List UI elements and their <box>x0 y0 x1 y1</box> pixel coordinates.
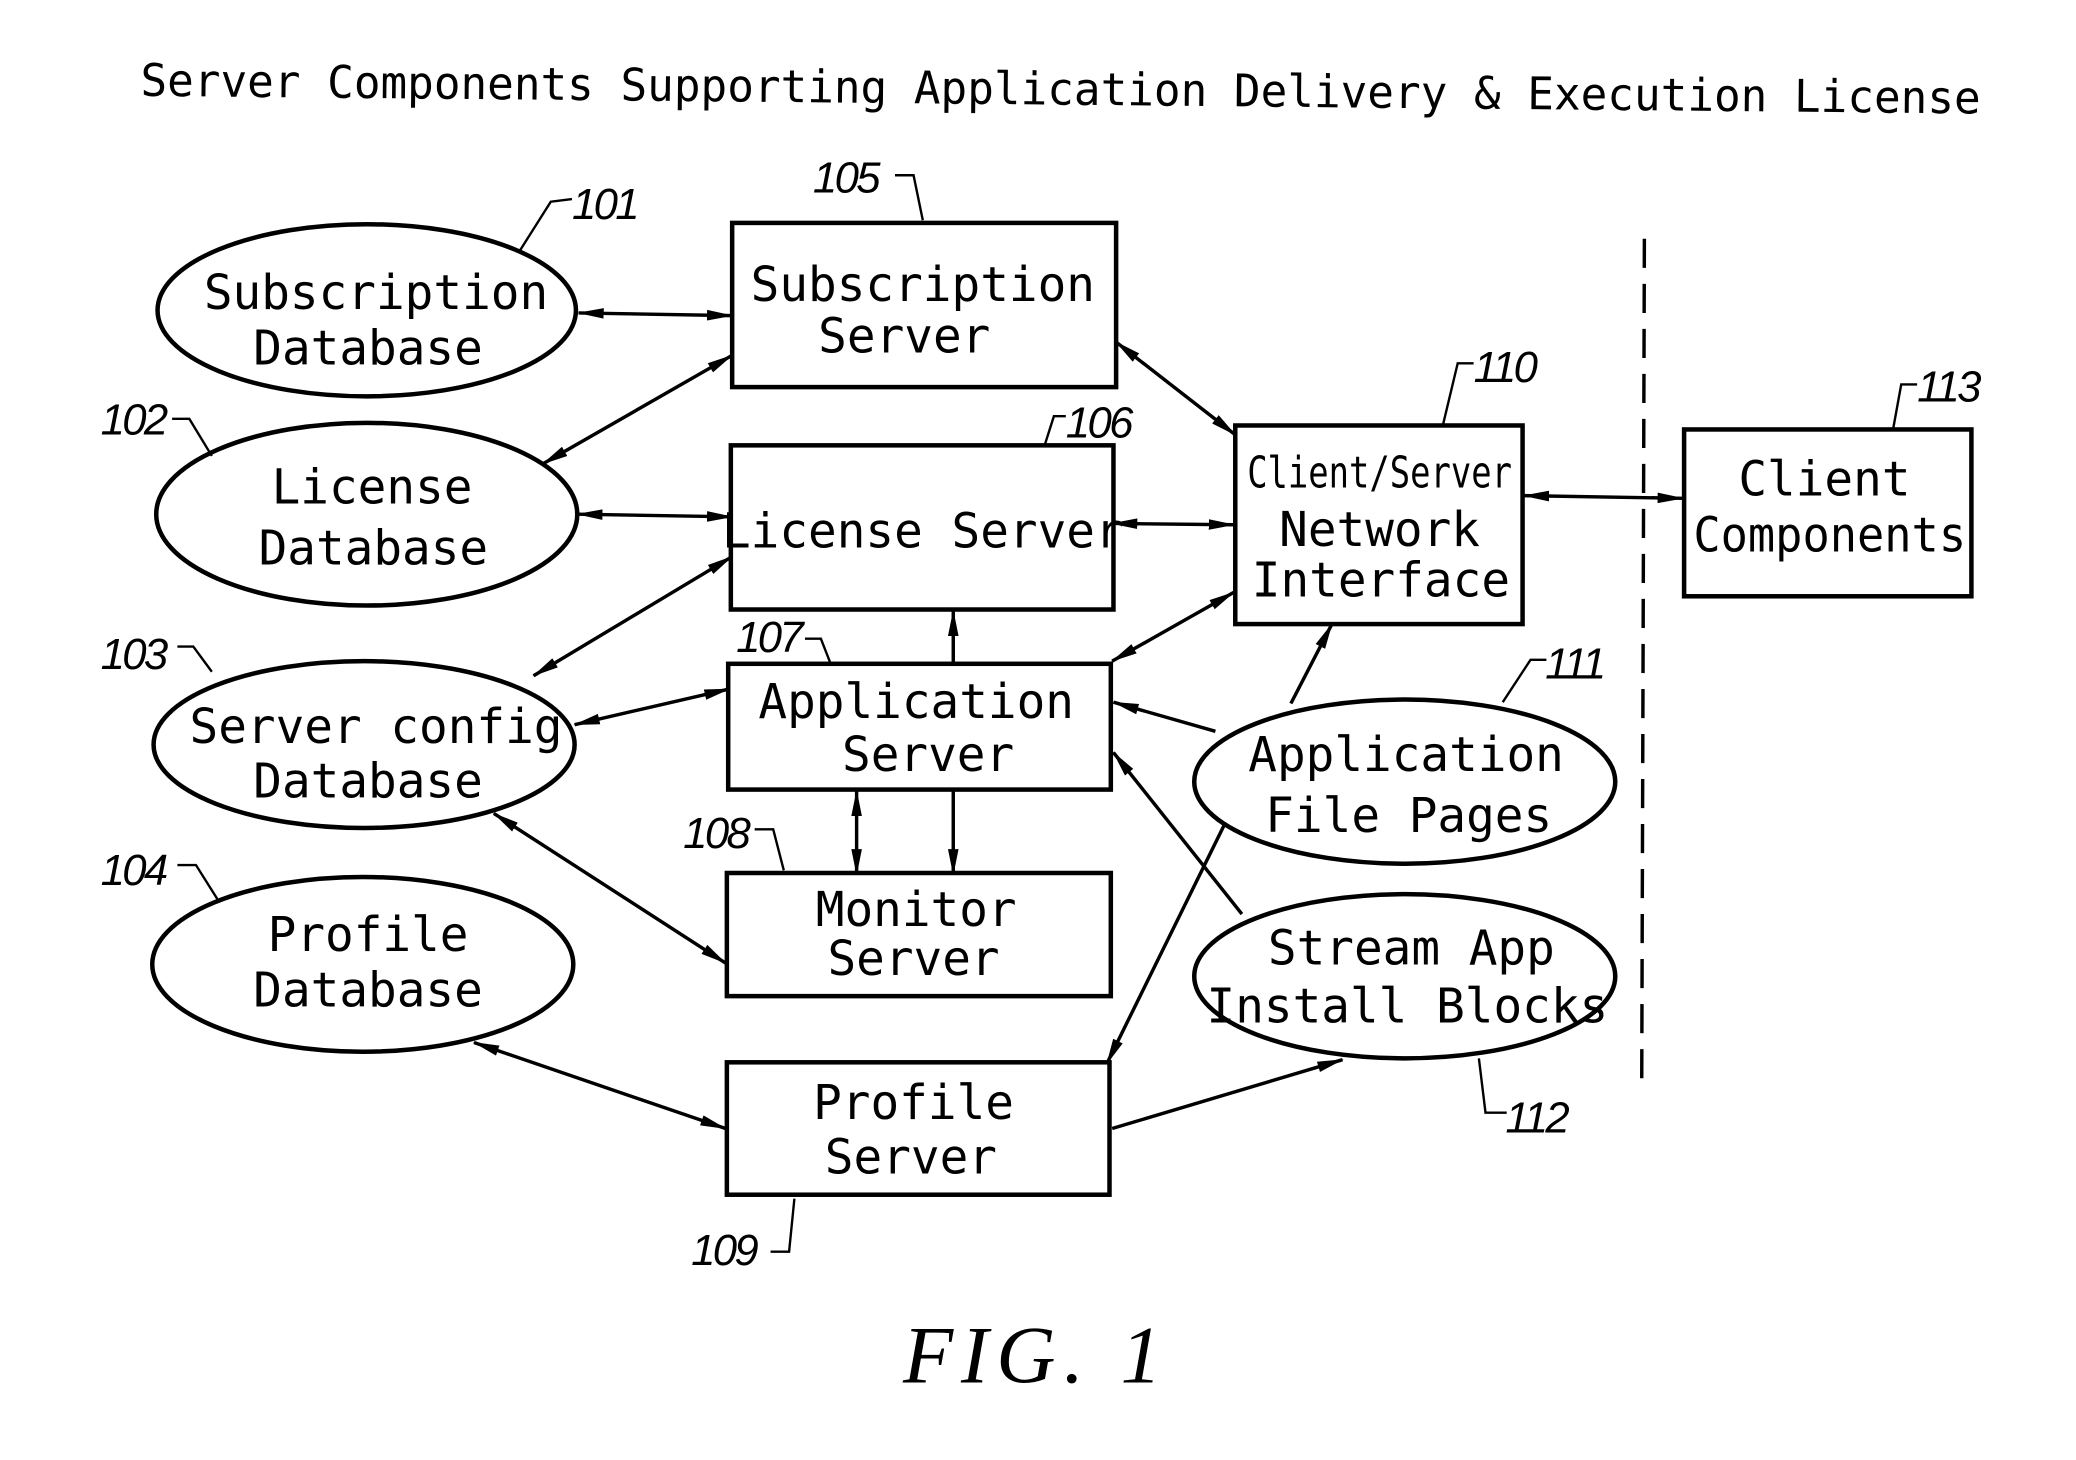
node-label-line: License Server <box>722 504 1124 559</box>
ref-108: 108 <box>683 809 751 858</box>
leader-111 <box>1501 658 1547 703</box>
node-label-line: Database <box>259 522 489 577</box>
leader-107 <box>804 637 832 663</box>
node-label-line: Server <box>827 932 999 987</box>
edge-110-113 <box>1522 490 1685 504</box>
edge-111-107 <box>1112 700 1216 733</box>
node-label-line: Monitor <box>816 883 1017 938</box>
ref-109: 109 <box>691 1226 758 1275</box>
node-label-line: License <box>272 461 473 516</box>
edge-105-110 <box>1115 340 1237 437</box>
edge-104-109 <box>472 1040 727 1131</box>
edge-105-102 <box>541 353 734 466</box>
node-label-line: Server <box>825 1131 997 1186</box>
node-label-line: Components <box>1693 508 1966 563</box>
leader-109 <box>770 1198 796 1253</box>
node-label-line: Application <box>1248 728 1564 783</box>
node-107[interactable]: Application Server <box>725 661 1114 792</box>
edge-107-110 <box>1110 590 1236 663</box>
node-label-line: Profile <box>268 908 469 963</box>
node-label-line: Stream App <box>1268 921 1555 976</box>
node-103[interactable]: Server config Database <box>151 658 577 831</box>
node-105[interactable]: Subscription Server <box>729 220 1119 390</box>
server-client-boundary <box>1640 238 1647 1080</box>
leader-105 <box>895 174 924 221</box>
leader-106 <box>1043 415 1066 446</box>
node-label-line: Subscription <box>751 258 1095 313</box>
leader-108 <box>754 828 785 871</box>
node-111[interactable]: Application File Pages <box>1191 697 1618 866</box>
edge-106-103 <box>532 555 734 678</box>
node-label-line: Subscription <box>204 266 548 321</box>
node-113[interactable]: Client Components <box>1681 427 1974 599</box>
node-label-line: File Pages <box>1265 789 1552 844</box>
node-label-line: Interface <box>1252 553 1510 608</box>
node-label-line: Server config <box>190 700 563 755</box>
ref-111: 111 <box>1545 639 1603 688</box>
ref-104: 104 <box>101 846 167 895</box>
node-label-line: Database <box>253 964 483 1019</box>
ref-102: 102 <box>101 396 168 445</box>
edge-111-110 <box>1289 622 1334 705</box>
node-110[interactable]: Client/Server Network Interface <box>1233 423 1525 627</box>
figure-label: FIG. 1 <box>902 1310 1169 1401</box>
node-112[interactable]: Stream App Install Blocks <box>1191 891 1618 1061</box>
node-101[interactable]: Subscription Database <box>155 221 579 399</box>
node-label-line: Install Blocks <box>1207 980 1609 1035</box>
edge-103-107 <box>573 687 731 727</box>
ref-110: 110 <box>1474 343 1538 392</box>
node-108[interactable]: Monitor Server <box>724 870 1114 999</box>
ref-105: 105 <box>813 153 881 202</box>
ref-113: 113 <box>1917 363 1981 412</box>
ref-112: 112 <box>1505 1093 1569 1142</box>
node-label-line: Client <box>1738 453 1910 508</box>
ref-106: 106 <box>1066 398 1134 447</box>
node-102[interactable]: License Database <box>153 420 580 608</box>
node-label-line: Server <box>818 310 990 365</box>
leader-112 <box>1477 1058 1507 1114</box>
edge-109-112 <box>1111 1058 1344 1131</box>
diagram-canvas: Server Components Supporting Application… <box>101 54 1984 1401</box>
edge-106-110 <box>1110 518 1236 530</box>
node-109[interactable]: Profile Server <box>724 1060 1112 1197</box>
ref-101: 101 <box>572 180 637 229</box>
leader-104 <box>177 863 220 902</box>
leader-113 <box>1892 383 1918 429</box>
node-label-line: Application <box>758 675 1074 730</box>
node-106[interactable]: License Server <box>722 443 1124 612</box>
leader-103 <box>177 645 213 673</box>
ref-107: 107 <box>736 613 805 662</box>
node-label-line: Network <box>1279 503 1480 558</box>
edge-102-106 <box>575 509 734 522</box>
node-label-line: Client/Server <box>1247 448 1512 499</box>
edge-101-105 <box>577 308 734 321</box>
node-label-line: Database <box>253 755 483 810</box>
node-label-line: Database <box>253 322 483 377</box>
leader-101 <box>517 197 573 253</box>
leader-110 <box>1441 362 1474 425</box>
node-label-line: Profile <box>813 1076 1014 1131</box>
node-104[interactable]: Profile Database <box>150 874 576 1054</box>
node-label-line: Server <box>842 728 1014 783</box>
ref-103: 103 <box>101 630 168 679</box>
diagram-title: Server Components Supporting Application… <box>140 54 1981 125</box>
leader-102 <box>172 417 213 457</box>
